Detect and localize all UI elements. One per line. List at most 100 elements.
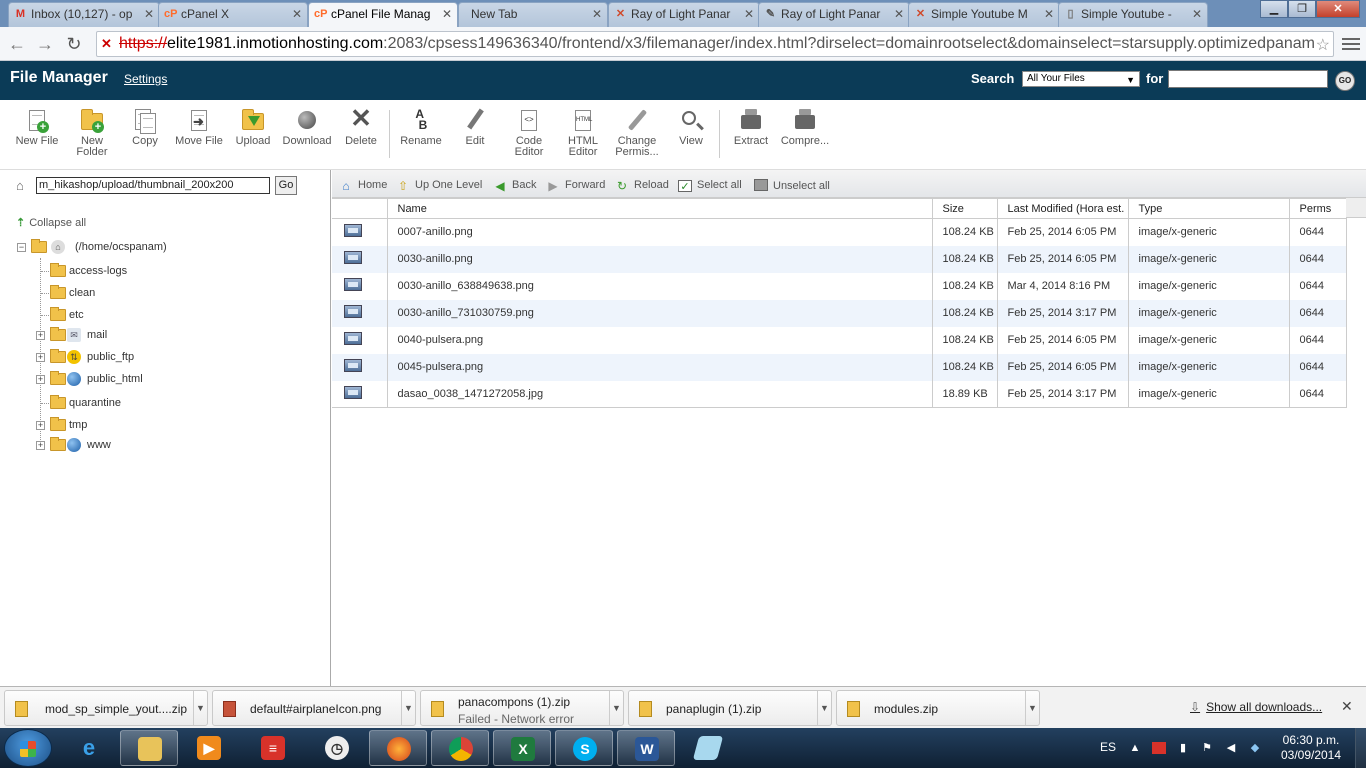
taskbar-excel[interactable]: X: [493, 730, 551, 766]
tab-ray-of-light-1[interactable]: ✕ Ray of Light Panar ✕: [608, 2, 760, 27]
dropbox-icon[interactable]: ◆: [1248, 742, 1262, 754]
file-name[interactable]: 0030-anillo.png: [387, 245, 933, 273]
tree-root[interactable]: − ⌂ (/home/ocspanam): [17, 239, 317, 256]
new-file-button[interactable]: + New File: [7, 109, 67, 147]
tree-item-tmp[interactable]: + tmp: [36, 417, 296, 434]
icon-column-header[interactable]: [332, 198, 388, 219]
close-icon[interactable]: ✕: [744, 7, 754, 21]
download-item-failed[interactable]: panacompons (1).zip Failed - Network err…: [420, 690, 624, 726]
file-name[interactable]: 0040-pulsera.png: [387, 326, 933, 354]
upload-button[interactable]: Upload: [223, 109, 283, 147]
tree-item-public-html[interactable]: + public_html: [36, 371, 296, 388]
table-row[interactable]: 0040-pulsera.png 108.24 KB Feb 25, 2014 …: [332, 326, 1347, 354]
tray-expand-icon[interactable]: ▲: [1128, 742, 1142, 754]
table-row[interactable]: 0007-anillo.png 108.24 KB Feb 25, 2014 6…: [332, 218, 1347, 246]
window-close-icon[interactable]: ✕: [1316, 0, 1360, 18]
forward-action[interactable]: ▶ Forward: [546, 179, 605, 192]
chevron-down-icon[interactable]: ▼: [193, 691, 207, 725]
rename-button[interactable]: A B Rename: [391, 108, 451, 147]
search-scope-select[interactable]: All Your Files ▼: [1022, 71, 1140, 87]
tray-app-icon[interactable]: [1152, 742, 1166, 754]
tab-cpanel-file-manager[interactable]: cP cPanel File Manag ✕: [308, 2, 458, 27]
tree-item-etc[interactable]: etc: [50, 307, 310, 324]
tree-item-public-ftp[interactable]: + ⇅ public_ftp: [36, 349, 296, 366]
language-indicator[interactable]: ES: [1100, 740, 1116, 754]
unselect-all-action[interactable]: Unselect all: [754, 179, 830, 192]
show-desktop-button[interactable]: [1355, 728, 1366, 768]
home-action[interactable]: ⌂ Home: [339, 179, 387, 192]
tab-simple-youtube-2[interactable]: ▯ Simple Youtube - ✕: [1058, 2, 1208, 27]
bookmark-star-icon[interactable]: ☆: [1313, 34, 1330, 56]
expand-node-icon[interactable]: +: [36, 331, 45, 340]
chevron-down-icon[interactable]: ▼: [817, 691, 831, 725]
tab-new-tab[interactable]: New Tab ✕: [458, 2, 608, 27]
table-row[interactable]: 0030-anillo_638849638.png 108.24 KB Mar …: [332, 272, 1347, 300]
show-all-downloads-link[interactable]: ⇩ Show all downloads...: [1190, 700, 1322, 714]
chevron-down-icon[interactable]: ▼: [401, 691, 415, 725]
path-go-button[interactable]: Go: [275, 176, 297, 195]
signal-icon[interactable]: ▮: [1176, 742, 1190, 754]
close-icon[interactable]: ✕: [894, 7, 904, 21]
download-item[interactable]: modules.zip ▼: [836, 690, 1040, 726]
select-all-action[interactable]: ✓ Select all: [678, 179, 742, 193]
taskbar-explorer[interactable]: [120, 730, 178, 766]
close-icon[interactable]: ✕: [292, 7, 302, 21]
close-icon[interactable]: ✕: [144, 7, 154, 21]
expand-node-icon[interactable]: +: [36, 421, 45, 430]
taskbar-todoist[interactable]: ≡: [244, 730, 302, 766]
tab-inbox[interactable]: M Inbox (10,127) - op ✕: [8, 2, 160, 27]
download-button[interactable]: Download: [277, 109, 337, 147]
move-file-button[interactable]: ➜ Move File: [169, 109, 229, 147]
expand-node-icon[interactable]: +: [36, 441, 45, 450]
copy-button[interactable]: Copy: [115, 109, 175, 147]
modified-column-header[interactable]: Last Modified (Hora est. P: [997, 198, 1129, 219]
taskbar-ie[interactable]: e: [60, 730, 118, 766]
volume-icon[interactable]: ◀: [1224, 742, 1238, 754]
taskbar-clock-app[interactable]: ◷: [308, 730, 366, 766]
collapse-node-icon[interactable]: −: [17, 243, 26, 252]
taskbar-notes[interactable]: [679, 730, 737, 766]
system-clock[interactable]: 06:30 p.m. 03/09/2014: [1276, 733, 1346, 763]
taskbar-chrome[interactable]: [431, 730, 489, 766]
taskbar-media-player[interactable]: ▶: [180, 730, 238, 766]
file-name[interactable]: dasao_0038_1471272058.jpg: [387, 380, 933, 408]
expand-node-icon[interactable]: +: [36, 375, 45, 384]
tree-item-mail[interactable]: + ✉ mail: [36, 327, 296, 344]
file-name[interactable]: 0030-anillo_638849638.png: [387, 272, 933, 300]
file-name[interactable]: 0030-anillo_731030759.png: [387, 299, 933, 327]
back-arrow-icon[interactable]: ←: [6, 33, 28, 55]
reload-icon[interactable]: ↻: [63, 33, 85, 55]
reload-action[interactable]: ↻ Reload: [615, 179, 669, 192]
file-name[interactable]: 0007-anillo.png: [387, 218, 933, 246]
tree-item-www[interactable]: + www: [36, 437, 296, 454]
name-column-header[interactable]: Name: [387, 198, 933, 219]
taskbar-skype[interactable]: S: [555, 730, 613, 766]
compress-button[interactable]: Compre...: [775, 109, 835, 147]
close-icon[interactable]: ✕: [592, 7, 602, 21]
size-column-header[interactable]: Size: [932, 198, 998, 219]
close-icon[interactable]: ✕: [442, 7, 452, 21]
extract-button[interactable]: Extract: [721, 109, 781, 147]
download-item[interactable]: panaplugin (1).zip ▼: [628, 690, 832, 726]
new-folder-button[interactable]: + New Folder: [62, 109, 122, 158]
forward-arrow-icon[interactable]: →: [34, 33, 56, 55]
tree-item-clean[interactable]: clean: [50, 285, 310, 302]
start-button[interactable]: [4, 729, 52, 767]
search-go-button[interactable]: GO: [1335, 71, 1355, 91]
tab-simple-youtube-1[interactable]: ✕ Simple Youtube M ✕: [908, 2, 1060, 27]
broken-lock-icon[interactable]: ✕: [101, 37, 115, 51]
back-action[interactable]: ◀ Back: [493, 179, 536, 192]
tab-cpanel-x[interactable]: cP cPanel X ✕: [158, 2, 308, 27]
table-row[interactable]: dasao_0038_1471272058.jpg 18.89 KB Feb 2…: [332, 380, 1347, 408]
table-row[interactable]: 0030-anillo_731030759.png 108.24 KB Feb …: [332, 299, 1347, 327]
download-item[interactable]: default#airplaneIcon.png ▼: [212, 690, 416, 726]
settings-link[interactable]: Settings: [124, 72, 167, 86]
taskbar-firefox[interactable]: [369, 730, 427, 766]
edit-button[interactable]: Edit: [445, 108, 505, 147]
search-input[interactable]: [1168, 70, 1328, 88]
code-editor-button[interactable]: <> Code Editor: [499, 109, 559, 158]
table-row[interactable]: 0030-anillo.png 108.24 KB Feb 25, 2014 6…: [332, 245, 1347, 273]
expand-node-icon[interactable]: +: [36, 353, 45, 362]
type-column-header[interactable]: Type: [1128, 198, 1290, 219]
tree-item-access-logs[interactable]: access-logs: [50, 263, 310, 280]
